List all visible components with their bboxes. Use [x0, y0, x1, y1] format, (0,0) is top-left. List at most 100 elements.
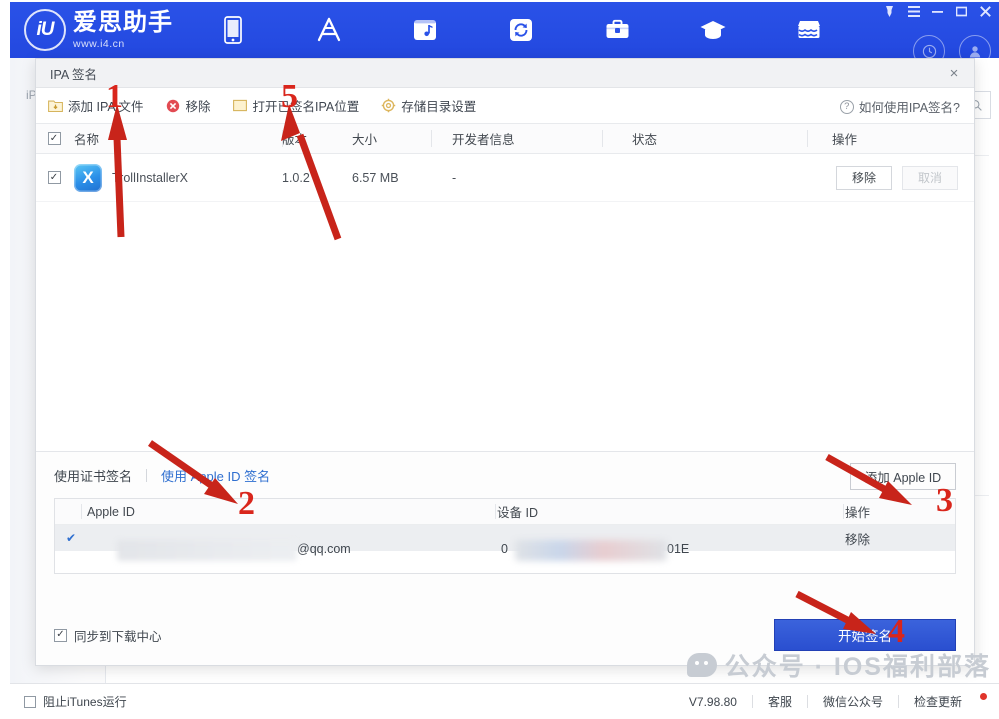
checkbox-checked-icon[interactable]: ✓ — [54, 628, 67, 642]
status-bar: 阻止iTunes运行 V7.98.80 客服 微信公众号 检查更新 — [10, 683, 999, 719]
checkbox-checked-icon[interactable]: ✓ — [47, 132, 61, 145]
signing-panel: 使用证书签名 使用 Apple ID 签名 添加 Apple ID Apple … — [36, 451, 974, 665]
nav-device[interactable] — [185, 2, 281, 58]
ipa-table-header: ✓ 名称 版本 大小 开发者信息 状态 操作 — [36, 124, 974, 154]
gear-icon — [381, 98, 396, 113]
nav-store[interactable] — [761, 2, 857, 58]
header-size: 大小 — [352, 133, 378, 147]
apple-id-table: Apple ID 设备 ID 操作 ✔ @qq.com 0 01E 移除 — [54, 498, 956, 574]
header-action: 操作 — [832, 133, 858, 147]
version-label: V7.98.80 — [688, 694, 737, 709]
open-signed-location-label: 打开已签名IPA位置 — [252, 100, 360, 114]
app-icon: X — [74, 163, 102, 192]
header-apple-id-action: 操作 — [845, 506, 871, 520]
apple-id-row-check[interactable]: ✔ — [55, 531, 87, 545]
sync-label: 同步到下载中心 — [74, 629, 162, 644]
select-all-checkbox[interactable]: ✓ — [36, 132, 72, 145]
wechat-link[interactable]: 微信公众号 — [808, 693, 898, 710]
header-account-icons — [913, 35, 991, 58]
nav-education[interactable] — [665, 2, 761, 58]
header-nav — [185, 2, 857, 58]
close-icon[interactable] — [978, 4, 993, 19]
device-id-suffix: 01E — [667, 542, 690, 556]
device-id-prefix: 0 — [501, 542, 508, 556]
remove-button[interactable]: 移除 — [165, 96, 211, 115]
header-status: 状态 — [632, 133, 658, 147]
check-update-link[interactable]: 检查更新 — [899, 693, 977, 710]
question-icon: ? — [839, 99, 854, 114]
header-device-id: 设备 ID — [497, 506, 538, 520]
header-name: 名称 — [74, 133, 100, 147]
header-version: 版本 — [282, 133, 308, 147]
nav-toolbox[interactable] — [569, 2, 665, 58]
window-controls — [882, 4, 993, 19]
minimize-icon[interactable] — [930, 4, 945, 19]
checkbox-checked-icon[interactable]: ✓ — [47, 171, 61, 184]
folder-icon — [233, 98, 248, 113]
apple-id-row[interactable]: ✔ @qq.com 0 01E 移除 — [55, 525, 955, 561]
help-link[interactable]: ? 如何使用IPA签名? — [839, 97, 960, 116]
add-ipa-label: 添加 IPA 文件 — [68, 100, 144, 114]
checkbox-unchecked-icon[interactable] — [24, 695, 36, 708]
open-signed-location-button[interactable]: 打开已签名IPA位置 — [233, 96, 360, 115]
add-file-icon — [48, 98, 63, 113]
table-row[interactable]: ✓ X TrollInstallerX 1.0.2 6.57 MB - 移除 取… — [36, 154, 974, 202]
row-checkbox[interactable]: ✓ — [36, 171, 72, 184]
app-header: iU 爱思助手 www.i4.cn — [10, 2, 999, 58]
block-itunes-option[interactable]: 阻止iTunes运行 — [24, 693, 127, 710]
storage-settings-button[interactable]: 存储目录设置 — [381, 96, 476, 115]
signing-footer: ✓ 同步到下载中心 开始签名 — [54, 619, 956, 651]
start-sign-button[interactable]: 开始签名 — [774, 619, 956, 651]
app-version: 1.0.2 — [282, 170, 310, 185]
column-divider — [81, 504, 82, 519]
help-label: 如何使用IPA签名? — [858, 101, 960, 115]
remove-label: 移除 — [185, 100, 211, 114]
remove-icon — [165, 98, 180, 113]
signing-tabs: 使用证书签名 使用 Apple ID 签名 — [54, 464, 956, 486]
tab-cert-sign[interactable]: 使用证书签名 — [54, 466, 146, 485]
support-link[interactable]: 客服 — [753, 693, 807, 710]
brand-logo: iU 爱思助手 www.i4.cn — [24, 9, 173, 51]
column-divider — [282, 130, 283, 147]
brand-name: 爱思助手 — [73, 8, 173, 36]
nav-music[interactable] — [377, 2, 473, 58]
maximize-icon[interactable] — [954, 4, 969, 19]
menu-icon[interactable] — [906, 4, 921, 19]
apple-id-value: @qq.com — [297, 542, 351, 556]
dialog-title: IPA 签名 — [50, 67, 98, 82]
brand-url: www.i4.cn — [73, 37, 125, 50]
device-id-redaction — [515, 540, 667, 561]
add-apple-id-button[interactable]: 添加 Apple ID — [850, 463, 956, 490]
tab-appleid-sign[interactable]: 使用 Apple ID 签名 — [147, 466, 270, 485]
row-remove-button[interactable]: 移除 — [836, 165, 892, 190]
update-badge — [980, 693, 987, 700]
app-name: TrollInstallerX — [112, 170, 188, 185]
dialog-toolbar: 添加 IPA 文件 移除 打开已签名IPA位置 存储目录设置 ? 如何使用IPA… — [36, 88, 974, 124]
pin-icon[interactable] — [882, 4, 897, 19]
account-icon[interactable] — [959, 35, 991, 58]
add-ipa-button[interactable]: 添加 IPA 文件 — [48, 96, 143, 115]
header-apple-id: Apple ID — [87, 504, 135, 519]
column-divider — [602, 130, 603, 147]
apple-id-table-header: Apple ID 设备 ID 操作 — [55, 499, 955, 525]
storage-settings-label: 存储目录设置 — [401, 100, 477, 114]
column-divider — [843, 504, 844, 519]
check-icon: ✔ — [65, 531, 77, 545]
nav-appstore[interactable] — [281, 2, 377, 58]
close-icon[interactable]: × — [944, 63, 964, 83]
app-size: 6.57 MB — [352, 170, 399, 185]
brand-mark-icon: iU — [24, 9, 66, 51]
nav-flash[interactable] — [473, 2, 569, 58]
column-divider — [807, 130, 808, 147]
app-window: iP iU 爱思助手 www.i4.cn IPA 签名 × 添加 IPA 文件 … — [0, 0, 999, 719]
ipa-table-body: ✓ X TrollInstallerX 1.0.2 6.57 MB - 移除 取… — [36, 154, 974, 451]
dialog-titlebar: IPA 签名 × — [36, 59, 974, 88]
sync-download-center-option[interactable]: ✓ 同步到下载中心 — [54, 626, 162, 645]
history-icon[interactable] — [913, 35, 945, 58]
row-cancel-button: 取消 — [902, 165, 958, 190]
apple-id-remove-button[interactable]: 移除 — [845, 529, 955, 548]
app-developer: - — [452, 170, 457, 185]
ipa-sign-dialog: IPA 签名 × 添加 IPA 文件 移除 打开已签名IPA位置 存储目录设置 … — [35, 58, 975, 666]
column-divider — [431, 130, 432, 147]
apple-id-redaction — [117, 540, 297, 561]
